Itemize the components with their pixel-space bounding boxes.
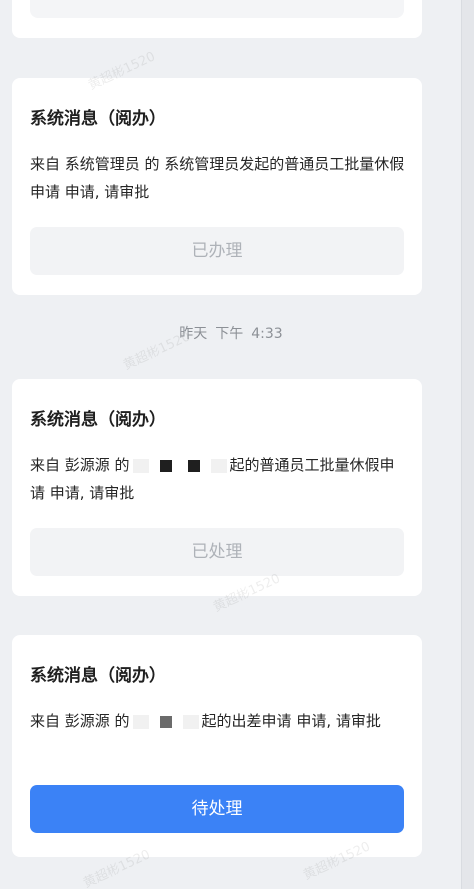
message-body-prefix: 来自 彭源源 的 [30,456,130,474]
message-body: 来自 系统管理员 的 系统管理员发起的普通员工批量休假申请 申请, 请审批 [30,155,405,201]
timestamp-period: 下午 [215,326,244,342]
handled-button[interactable]: 已办理 [30,227,404,275]
message-card-previous [12,0,422,38]
message-card[interactable]: 系统消息（阅办） 来自 彭源源 的起的普通员工批量休假申请 申请, 请审批 已处… [12,379,422,596]
redacted-block [182,714,199,729]
timestamp-time: 4:33 [251,326,283,342]
message-body-prefix: 来自 彭源源 的 [30,712,130,730]
redacted-block [132,714,149,729]
message-body: 来自 彭源源 的起的普通员工批量休假申请 申请, 请审批 [30,451,408,507]
message-title: 系统消息（阅办） [30,410,166,430]
message-title: 系统消息（阅办） [30,109,166,129]
processed-button[interactable]: 已处理 [30,528,404,576]
redacted-block [187,459,200,472]
redacted-block [159,459,172,472]
timestamp-day: 昨天 [179,326,208,342]
previous-card-button [30,0,404,18]
message-timestamp: 昨天 下午 4:33 [0,323,462,343]
message-card[interactable]: 系统消息（阅办） 来自 彭源源 的 起的出差申请 申请, 请审批 待处理 [12,635,422,857]
message-body-suffix: 起的出差申请 申请, 请审批 [201,712,381,730]
message-body: 来自 彭源源 的 起的出差申请 申请, 请审批 [30,707,408,735]
redacted-block [210,458,227,473]
redacted-block [159,715,172,728]
message-card[interactable]: 系统消息（阅办） 来自 系统管理员 的 系统管理员发起的普通员工批量休假申请 申… [12,78,422,295]
message-title: 系统消息（阅办） [30,666,166,686]
scrollbar[interactable] [461,0,474,889]
pending-button[interactable]: 待处理 [30,785,404,833]
message-list-screen: 系统消息（阅办） 来自 系统管理员 的 系统管理员发起的普通员工批量休假申请 申… [0,0,474,889]
redacted-block [132,458,149,473]
